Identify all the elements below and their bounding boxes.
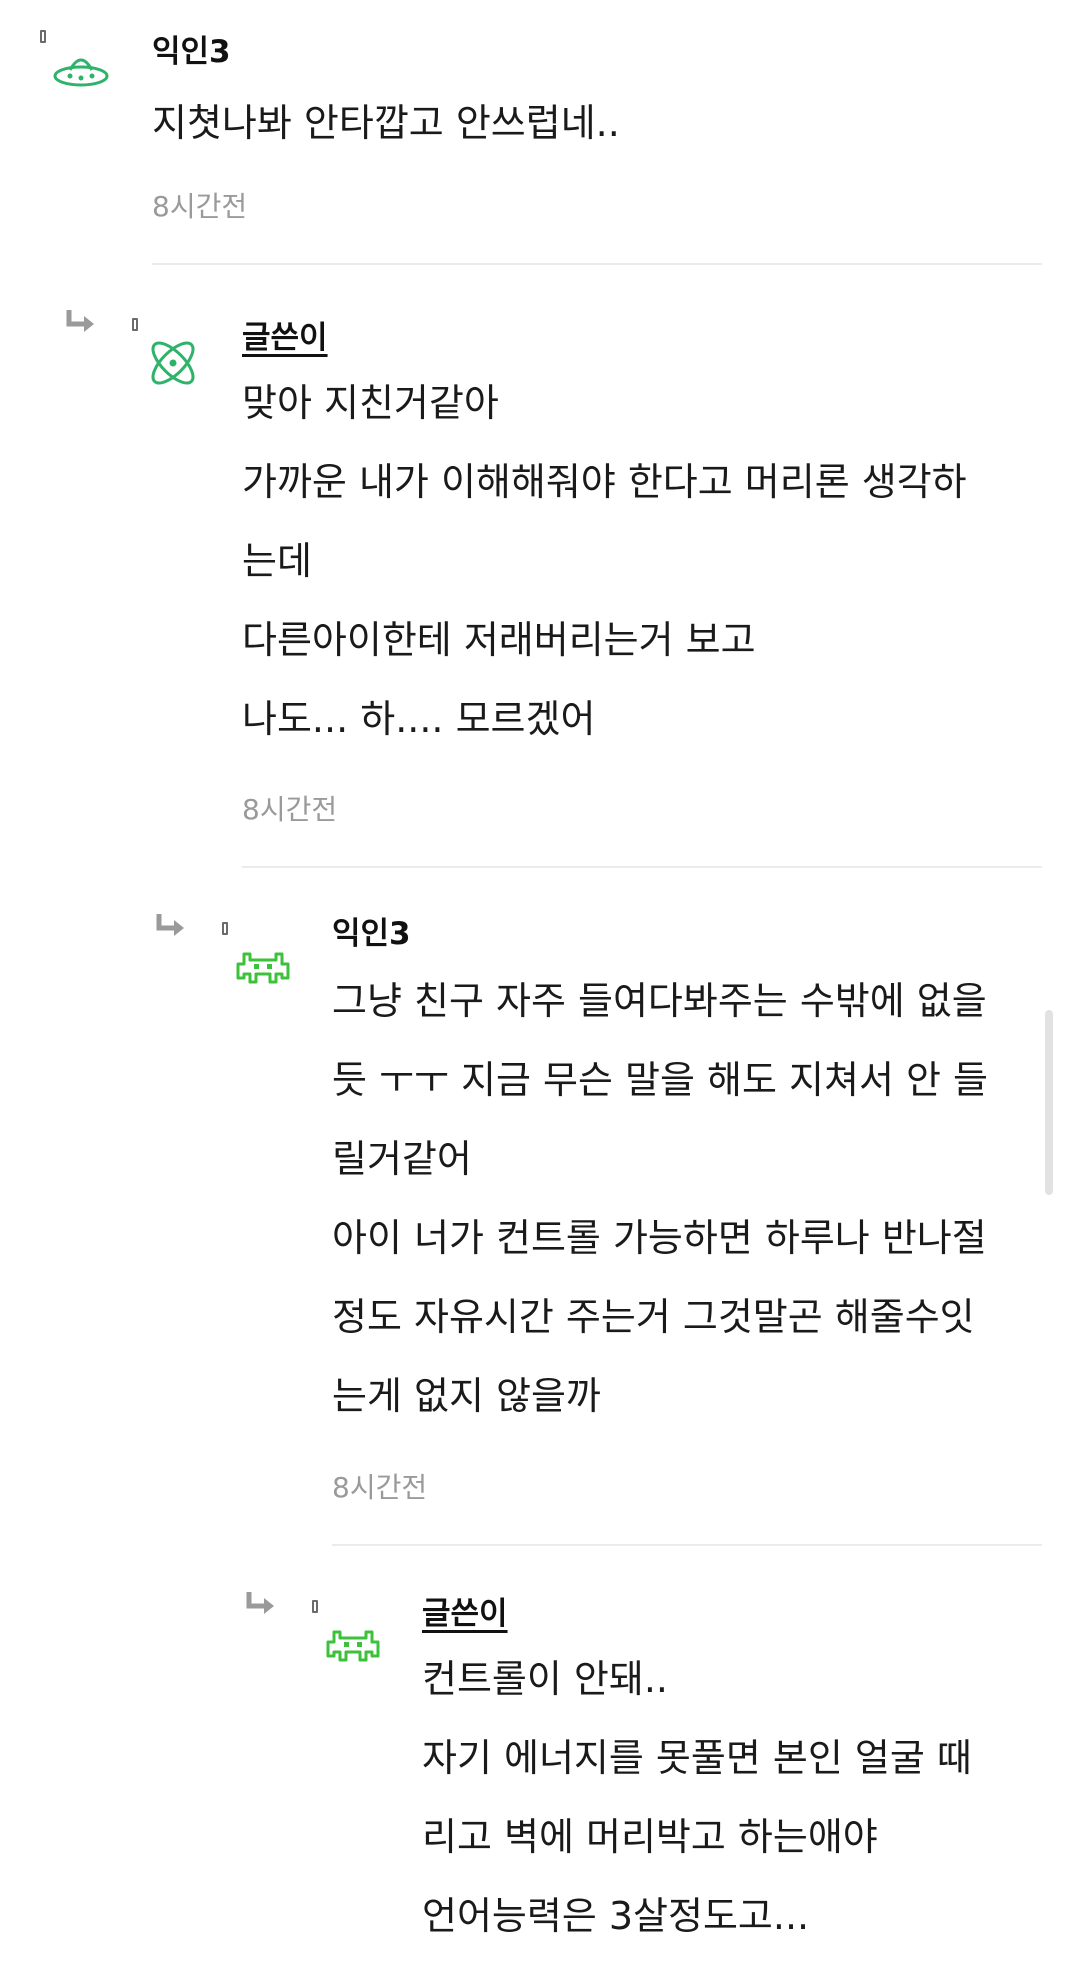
scrollbar[interactable]	[1045, 1010, 1053, 1195]
comment-line: 가까운 내가 이해해줘야 한다고 머리론 생각하	[242, 460, 967, 504]
comment-line: 지쳣나봐 안타깝고 안쓰럽네..	[152, 101, 620, 145]
comment-line: 듯 ㅜㅜ 지금 무슨 말을 해도 지쳐서 안 들	[332, 1058, 988, 1102]
reply-arrow-icon	[244, 1590, 278, 1620]
comment-line: 릴거같어	[332, 1137, 472, 1181]
comment-line: 자기 에너지를 못풀면 본인 얼굴 때	[422, 1736, 972, 1780]
report-mark-icon[interactable]	[132, 318, 138, 331]
divider	[242, 866, 1042, 868]
comment-line: 리고 벽에 머리박고 하는애야	[422, 1815, 878, 1859]
comment-author[interactable]: 익인3	[332, 908, 411, 953]
comment-time: 8시간전	[152, 190, 248, 223]
divider	[332, 1544, 1042, 1546]
comment-thread: 익인3 지쳣나봐 안타깝고 안쓰럽네.. 8시간전 글쓴이 맞아 지친거같아 가…	[0, 0, 1080, 1982]
comment-line: 나도... 하.... 모르겠어	[242, 697, 596, 741]
comment-author[interactable]: 익인3	[152, 26, 231, 71]
comment-line: 정도 자유시간 주는거 그것말곤 해줄수잇	[332, 1295, 975, 1339]
atom-icon	[140, 330, 206, 396]
comment-line: 언어능력은 3살정도고...	[422, 1894, 810, 1938]
divider	[152, 263, 1042, 265]
comment-line: 다른아이한테 저래버리는거 보고	[242, 618, 756, 662]
report-mark-icon[interactable]	[312, 1600, 318, 1613]
comment-author[interactable]: 글쓴이	[242, 312, 328, 357]
comment-body: 맞아 지친거같아 가까운 내가 이해해줘야 한다고 머리론 생각하 는데 다른아…	[242, 364, 967, 759]
comment-body: 지쳣나봐 안타깝고 안쓰럽네..	[152, 84, 620, 163]
report-mark-icon[interactable]	[222, 922, 228, 935]
reply-arrow-icon	[154, 912, 188, 942]
comment-line: 맞아 지친거같아	[242, 381, 499, 425]
comment-line: 컨트롤이 안돼..	[422, 1657, 668, 1701]
report-mark-icon[interactable]	[40, 30, 46, 43]
ufo-icon	[48, 40, 114, 106]
space-invader-icon	[320, 1612, 386, 1678]
comment-line: 그냥 친구 자주 들여다봐주는 수밖에 없을	[332, 979, 987, 1023]
comment-body: 그냥 친구 자주 들여다봐주는 수밖에 없을 듯 ㅜㅜ 지금 무슨 말을 해도 …	[332, 962, 988, 1436]
comment-time: 8시간전	[332, 1471, 428, 1504]
comment-line: 는게 없지 않을까	[332, 1374, 601, 1418]
comment-line: 아이 너가 컨트롤 가능하면 하루나 반나절	[332, 1216, 987, 1260]
reply-arrow-icon	[64, 308, 98, 338]
comment-time: 8시간전	[242, 793, 338, 826]
comment-author[interactable]: 글쓴이	[422, 1588, 508, 1633]
comment-line: 는데	[242, 539, 312, 583]
comment-body: 컨트롤이 안돼.. 자기 에너지를 못풀면 본인 얼굴 때 리고 벽에 머리박고…	[422, 1640, 972, 1956]
space-invader-icon	[230, 934, 296, 1000]
